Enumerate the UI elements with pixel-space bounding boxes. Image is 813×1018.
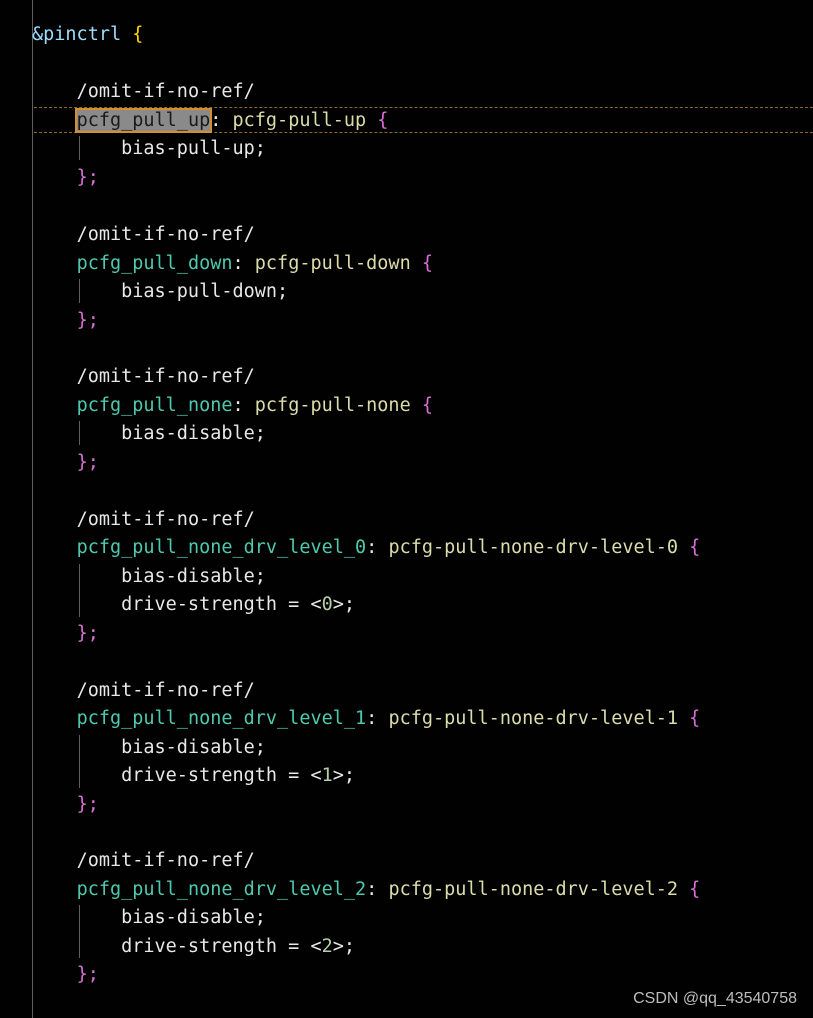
colon: : bbox=[366, 879, 378, 900]
drive-strength-prefix: drive-strength = < bbox=[121, 765, 322, 786]
directive: /omit-if-no-ref/ bbox=[76, 366, 255, 387]
code-line-directive[interactable]: /omit-if-no-ref/ bbox=[32, 847, 255, 875]
node-close-brace: }; bbox=[76, 452, 99, 473]
code-line-directive[interactable]: /omit-if-no-ref/ bbox=[32, 221, 255, 249]
colon: : bbox=[232, 395, 244, 416]
node-label: pcfg_pull_none_drv_level_2 bbox=[76, 879, 367, 900]
watermark: CSDN @qq_43540758 bbox=[633, 990, 797, 1007]
code-line-root[interactable]: &pinctrl { bbox=[32, 21, 143, 49]
node-open-brace: { bbox=[689, 708, 701, 729]
code-line-close[interactable]: }; bbox=[32, 620, 99, 648]
root-ref: &pinctrl bbox=[32, 24, 122, 45]
node-label: pcfg_pull_none_drv_level_1 bbox=[76, 708, 367, 729]
node-close-brace: }; bbox=[76, 310, 99, 331]
node-label: pcfg_pull_down bbox=[76, 253, 233, 274]
colon: : bbox=[232, 253, 244, 274]
directive: /omit-if-no-ref/ bbox=[76, 224, 255, 245]
code-line-node-header[interactable]: pcfg_pull_down: pcfg-pull-down { bbox=[32, 250, 433, 278]
directive: /omit-if-no-ref/ bbox=[76, 850, 255, 871]
node-close-brace: }; bbox=[76, 964, 99, 985]
property: bias-disable; bbox=[121, 423, 266, 444]
node-open-brace: { bbox=[421, 253, 433, 274]
node-open-brace: { bbox=[689, 537, 701, 558]
code-line-node-header[interactable]: pcfg_pull_none_drv_level_0: pcfg-pull-no… bbox=[32, 534, 701, 562]
code-line-close[interactable]: }; bbox=[32, 307, 99, 335]
node-name: pcfg-pull-up bbox=[232, 110, 367, 131]
directive: /omit-if-no-ref/ bbox=[76, 509, 255, 530]
code-line-property[interactable]: drive-strength = <2>; bbox=[32, 933, 355, 961]
code-line-close[interactable]: }; bbox=[32, 164, 99, 192]
code-line-directive[interactable]: /omit-if-no-ref/ bbox=[32, 363, 255, 391]
node-close-brace: }; bbox=[76, 167, 99, 188]
property: bias-disable; bbox=[121, 737, 266, 758]
node-close-brace: }; bbox=[76, 623, 99, 644]
code-line-property[interactable]: bias-disable; bbox=[32, 904, 266, 932]
code-line-close[interactable]: }; bbox=[32, 791, 99, 819]
code-line-node-header[interactable]: pcfg_pull_none: pcfg-pull-none { bbox=[32, 392, 433, 420]
code-line-close[interactable]: }; bbox=[32, 961, 99, 989]
code-line-directive[interactable]: /omit-if-no-ref/ bbox=[32, 677, 255, 705]
code-line-property[interactable]: bias-pull-up; bbox=[32, 135, 266, 163]
node-label: pcfg_pull_none bbox=[76, 395, 233, 416]
node-close-brace: }; bbox=[76, 794, 99, 815]
code-line-directive[interactable]: /omit-if-no-ref/ bbox=[32, 78, 255, 106]
drive-strength-value: 0 bbox=[321, 594, 333, 615]
code-line-directive[interactable]: /omit-if-no-ref/ bbox=[32, 506, 255, 534]
drive-strength-suffix: >; bbox=[332, 594, 356, 615]
code-line-property[interactable]: drive-strength = <1>; bbox=[32, 762, 355, 790]
node-label: pcfg_pull_none_drv_level_0 bbox=[76, 537, 367, 558]
code-line-node-header[interactable]: pcfg_pull_none_drv_level_1: pcfg-pull-no… bbox=[32, 705, 701, 733]
drive-strength-prefix: drive-strength = < bbox=[121, 594, 322, 615]
drive-strength-value: 1 bbox=[321, 765, 333, 786]
code-line-property[interactable]: bias-disable; bbox=[32, 734, 266, 762]
node-name: pcfg-pull-down bbox=[254, 253, 411, 274]
directive: /omit-if-no-ref/ bbox=[76, 680, 255, 701]
code-line-property[interactable]: bias-disable; bbox=[32, 563, 266, 591]
property: bias-disable; bbox=[121, 566, 266, 587]
node-label-selected: pcfg_pull_up bbox=[74, 108, 213, 133]
code-line-close[interactable]: }; bbox=[32, 449, 99, 477]
code-line-property[interactable]: drive-strength = <0>; bbox=[32, 591, 355, 619]
code-line-property[interactable]: bias-disable; bbox=[32, 420, 266, 448]
root-open-brace: { bbox=[132, 24, 144, 45]
colon: : bbox=[366, 708, 378, 729]
node-name: pcfg-pull-none bbox=[254, 395, 411, 416]
property: bias-disable; bbox=[121, 907, 266, 928]
code-line-property[interactable]: bias-pull-down; bbox=[32, 278, 288, 306]
directive: /omit-if-no-ref/ bbox=[76, 81, 255, 102]
code-editor[interactable]: &pinctrl { /omit-if-no-ref/ pcfg_pull_up… bbox=[0, 0, 813, 1018]
colon: : bbox=[210, 110, 222, 131]
code-line-node-header[interactable]: pcfg_pull_up: pcfg-pull-up { bbox=[32, 107, 388, 135]
node-open-brace: { bbox=[689, 879, 701, 900]
colon: : bbox=[366, 537, 378, 558]
drive-strength-value: 2 bbox=[321, 936, 333, 957]
property: bias-pull-up; bbox=[121, 138, 266, 159]
property: bias-pull-down; bbox=[121, 281, 289, 302]
node-open-brace: { bbox=[421, 395, 433, 416]
node-open-brace: { bbox=[377, 110, 389, 131]
drive-strength-suffix: >; bbox=[332, 765, 356, 786]
node-name: pcfg-pull-none-drv-level-0 bbox=[388, 537, 679, 558]
node-name: pcfg-pull-none-drv-level-2 bbox=[388, 879, 679, 900]
node-name: pcfg-pull-none-drv-level-1 bbox=[388, 708, 679, 729]
drive-strength-prefix: drive-strength = < bbox=[121, 936, 322, 957]
drive-strength-suffix: >; bbox=[332, 936, 356, 957]
code-line-node-header[interactable]: pcfg_pull_none_drv_level_2: pcfg-pull-no… bbox=[32, 876, 701, 904]
